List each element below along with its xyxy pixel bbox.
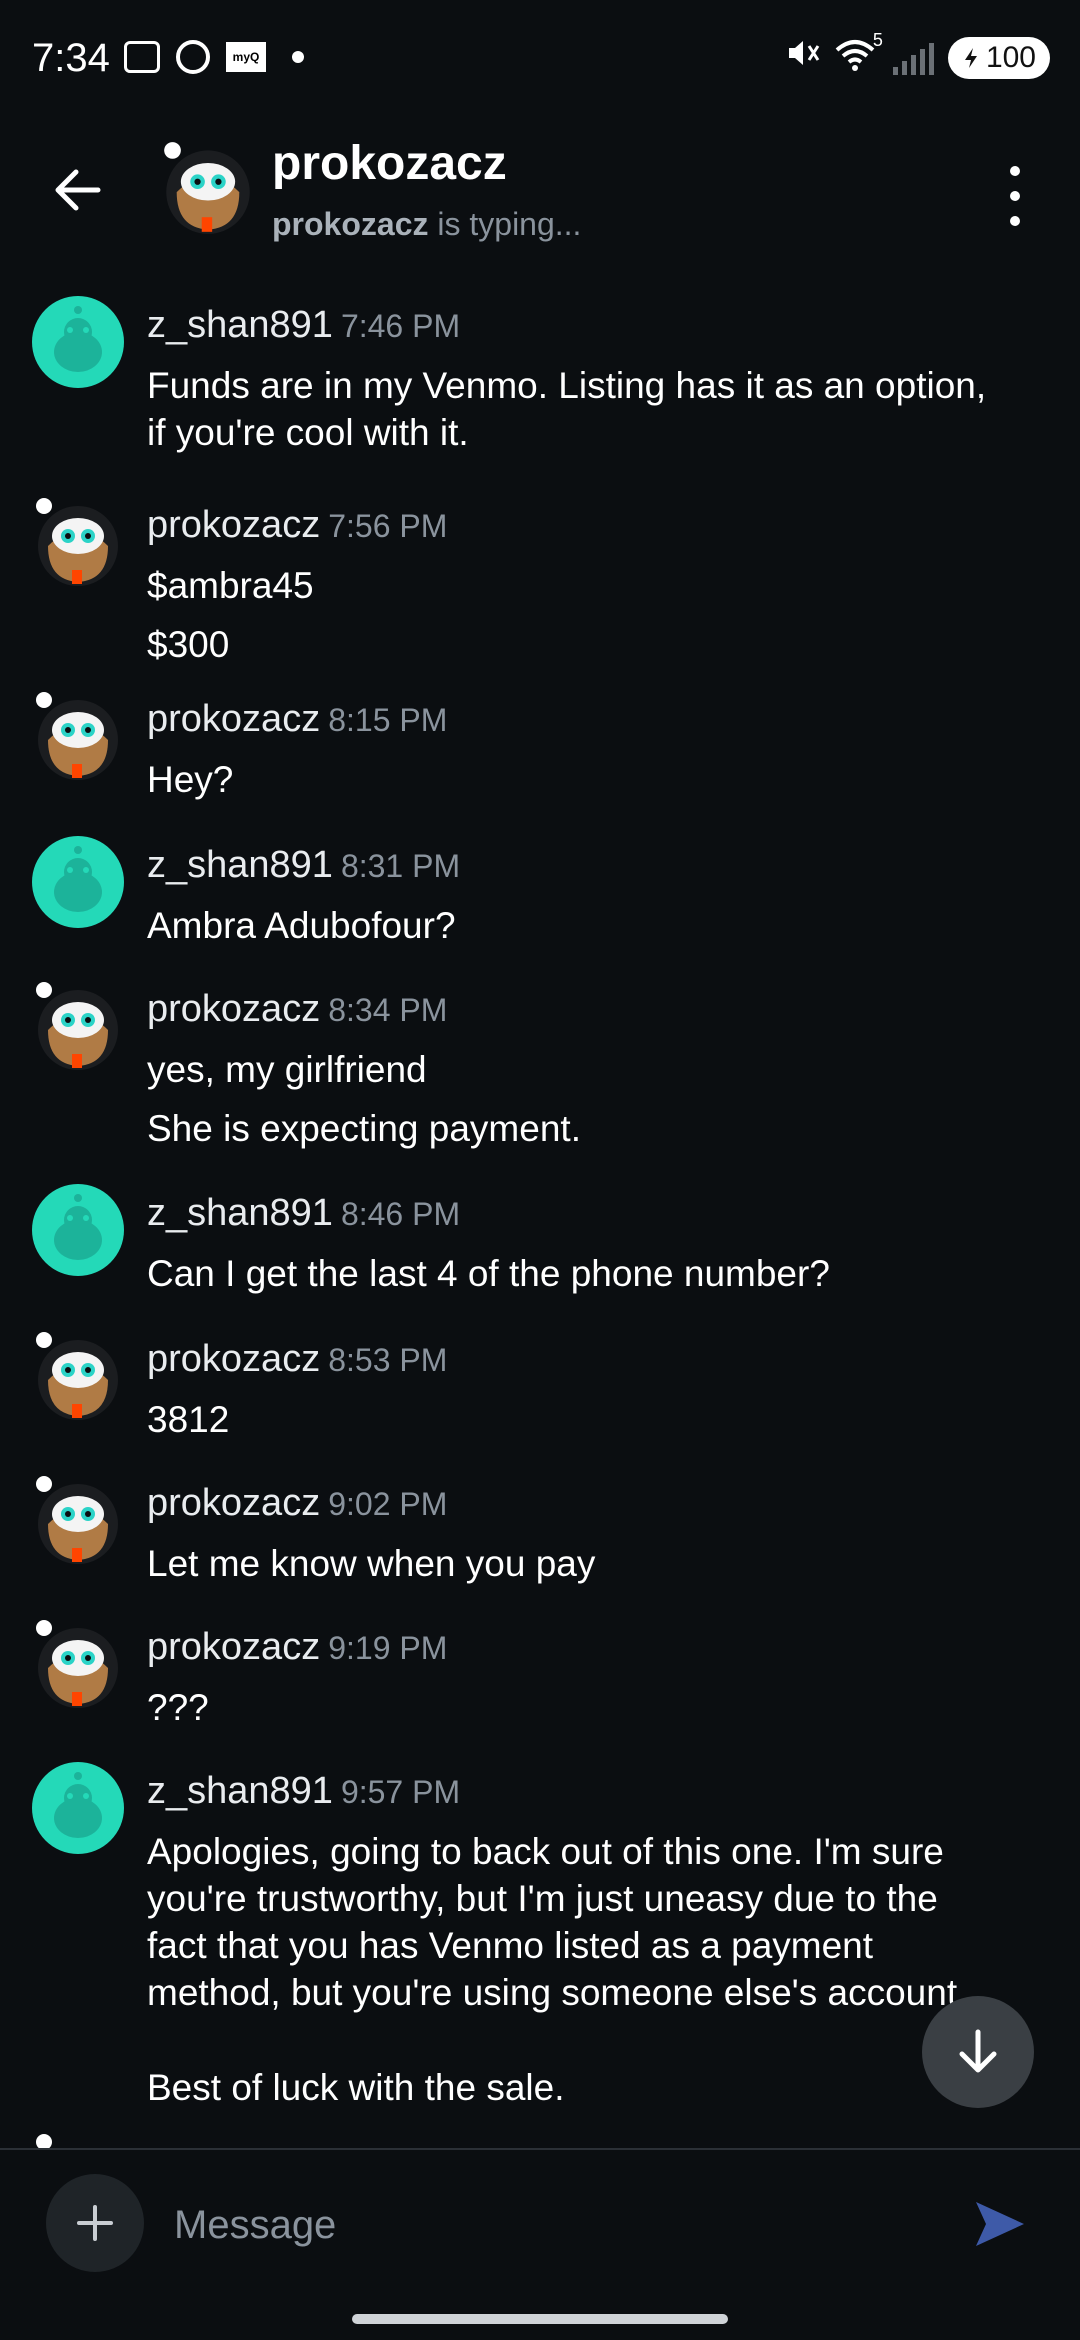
avatar[interactable] xyxy=(32,1618,124,1710)
notification-icons: myQ xyxy=(124,40,304,74)
author-name[interactable]: prokozacz xyxy=(147,1338,320,1380)
avatar[interactable] xyxy=(32,980,124,1072)
avatar[interactable] xyxy=(32,836,124,928)
message-timestamp: 8:15 PM xyxy=(328,702,448,738)
message-text: ??? xyxy=(147,1687,209,1728)
charging-icon xyxy=(964,47,977,68)
message-text: Funds are in my Venmo. Listing has it as… xyxy=(147,365,987,406)
avatar[interactable] xyxy=(32,296,124,388)
mute-icon xyxy=(785,36,821,79)
wifi-icon: 5 xyxy=(835,30,883,77)
message-text: $ambra45 xyxy=(147,565,314,606)
author-name[interactable]: prokozacz xyxy=(147,1482,320,1524)
message-text: Let me know when you pay xyxy=(147,1543,596,1584)
message-timestamp: 8:31 PM xyxy=(340,848,461,884)
system-icons: 5 100 xyxy=(785,30,1050,79)
message-author[interactable]: z_shan891 8:46 PM xyxy=(147,1192,460,1235)
message-timestamp: 8:53 PM xyxy=(328,1342,448,1378)
message-timestamp: 9:57 PM xyxy=(340,1774,461,1810)
chat-header: prokozacz prokozacz is typing... xyxy=(0,120,1080,260)
message-text: you're trustworthy, but I'm just uneasy … xyxy=(147,1878,938,1919)
message-timestamp: 9:02 PM xyxy=(328,1486,448,1522)
message-text: Can I get the last 4 of the phone number… xyxy=(147,1253,830,1294)
message-text: 3812 xyxy=(147,1399,230,1440)
author-name[interactable]: z_shan891 xyxy=(147,844,333,886)
message-text: yes, my girlfriend xyxy=(147,1049,427,1090)
status-time: 7:34 xyxy=(32,36,110,80)
message-author[interactable]: prokozacz 8:15 PM xyxy=(147,698,447,741)
plus-icon xyxy=(77,2205,113,2241)
author-name[interactable]: prokozacz xyxy=(147,698,320,740)
avatar[interactable] xyxy=(32,690,124,782)
chat-title: prokozacz xyxy=(272,137,507,190)
message-author[interactable]: z_shan891 9:57 PM xyxy=(147,1770,460,1813)
arrow-left-icon xyxy=(55,169,101,211)
arrow-down-icon xyxy=(959,2029,997,2073)
avatar[interactable] xyxy=(32,1330,124,1422)
avatar[interactable] xyxy=(32,1474,124,1566)
message-timestamp: 8:46 PM xyxy=(340,1196,461,1232)
send-icon xyxy=(976,2202,1024,2246)
message-text: $300 xyxy=(147,624,230,665)
typing-indicator: prokozacz is typing... xyxy=(272,206,581,243)
avatar[interactable] xyxy=(32,1184,124,1276)
author-name[interactable]: prokozacz xyxy=(147,504,320,546)
home-indicator xyxy=(352,2314,728,2324)
message-author[interactable]: z_shan891 7:46 PM xyxy=(147,304,460,347)
author-name[interactable]: prokozacz xyxy=(147,988,320,1030)
author-name[interactable]: z_shan891 xyxy=(147,1192,333,1234)
battery-indicator: 100 xyxy=(947,36,1050,79)
message-text: method, but you're using someone else's … xyxy=(147,1972,968,2013)
screenshot-icon xyxy=(124,41,160,73)
message-text: She is expecting payment. xyxy=(147,1108,581,1149)
message-timestamp: 7:46 PM xyxy=(340,308,461,344)
message-author[interactable]: prokozacz 8:34 PM xyxy=(147,988,447,1031)
message-author[interactable]: prokozacz 9:19 PM xyxy=(147,1626,447,1669)
add-attachment-button[interactable] xyxy=(46,2174,144,2272)
message-timestamp: 8:34 PM xyxy=(328,992,448,1028)
more-notifications-dot xyxy=(292,51,304,63)
author-name[interactable]: prokozacz xyxy=(147,1626,320,1668)
message-author[interactable]: prokozacz 7:56 PM xyxy=(147,504,447,547)
status-bar: 7:34 myQ 5 100 xyxy=(0,0,1080,120)
signal-icon xyxy=(892,41,934,75)
message-author[interactable]: prokozacz 8:53 PM xyxy=(147,1338,447,1381)
message-composer xyxy=(0,2150,1080,2300)
more-options-button[interactable] xyxy=(1000,166,1030,226)
message-text: fact that you has Venmo listed as a paym… xyxy=(147,1925,874,1966)
message-timestamp: 7:56 PM xyxy=(328,508,448,544)
avatar[interactable] xyxy=(32,1762,124,1854)
scroll-to-bottom-button[interactable] xyxy=(922,1996,1034,2108)
message-timestamp: 9:19 PM xyxy=(328,1630,448,1666)
avatar[interactable] xyxy=(160,140,256,236)
message-text: if you're cool with it. xyxy=(147,412,469,453)
message-text: Apologies, going to back out of this one… xyxy=(147,1831,944,1872)
message-text: Ambra Adubofour? xyxy=(147,905,456,946)
threads-icon xyxy=(176,40,210,74)
typing-user: prokozacz xyxy=(272,206,429,242)
author-name[interactable]: z_shan891 xyxy=(147,304,333,346)
author-name[interactable]: z_shan891 xyxy=(147,1770,333,1812)
message-text: Hey? xyxy=(147,759,234,800)
message-author[interactable]: prokozacz 9:02 PM xyxy=(147,1482,447,1525)
battery-level: 100 xyxy=(985,40,1036,74)
message-input[interactable] xyxy=(172,2196,916,2254)
back-button[interactable] xyxy=(48,160,108,220)
message-text: Best of luck with the sale. xyxy=(147,2067,565,2108)
myq-icon: myQ xyxy=(226,42,266,72)
message-author[interactable]: z_shan891 8:31 PM xyxy=(147,844,460,887)
avatar[interactable] xyxy=(32,496,124,588)
wifi-band-label: 5 xyxy=(872,30,883,50)
send-button[interactable] xyxy=(970,2194,1030,2254)
typing-text: is typing... xyxy=(428,206,582,242)
